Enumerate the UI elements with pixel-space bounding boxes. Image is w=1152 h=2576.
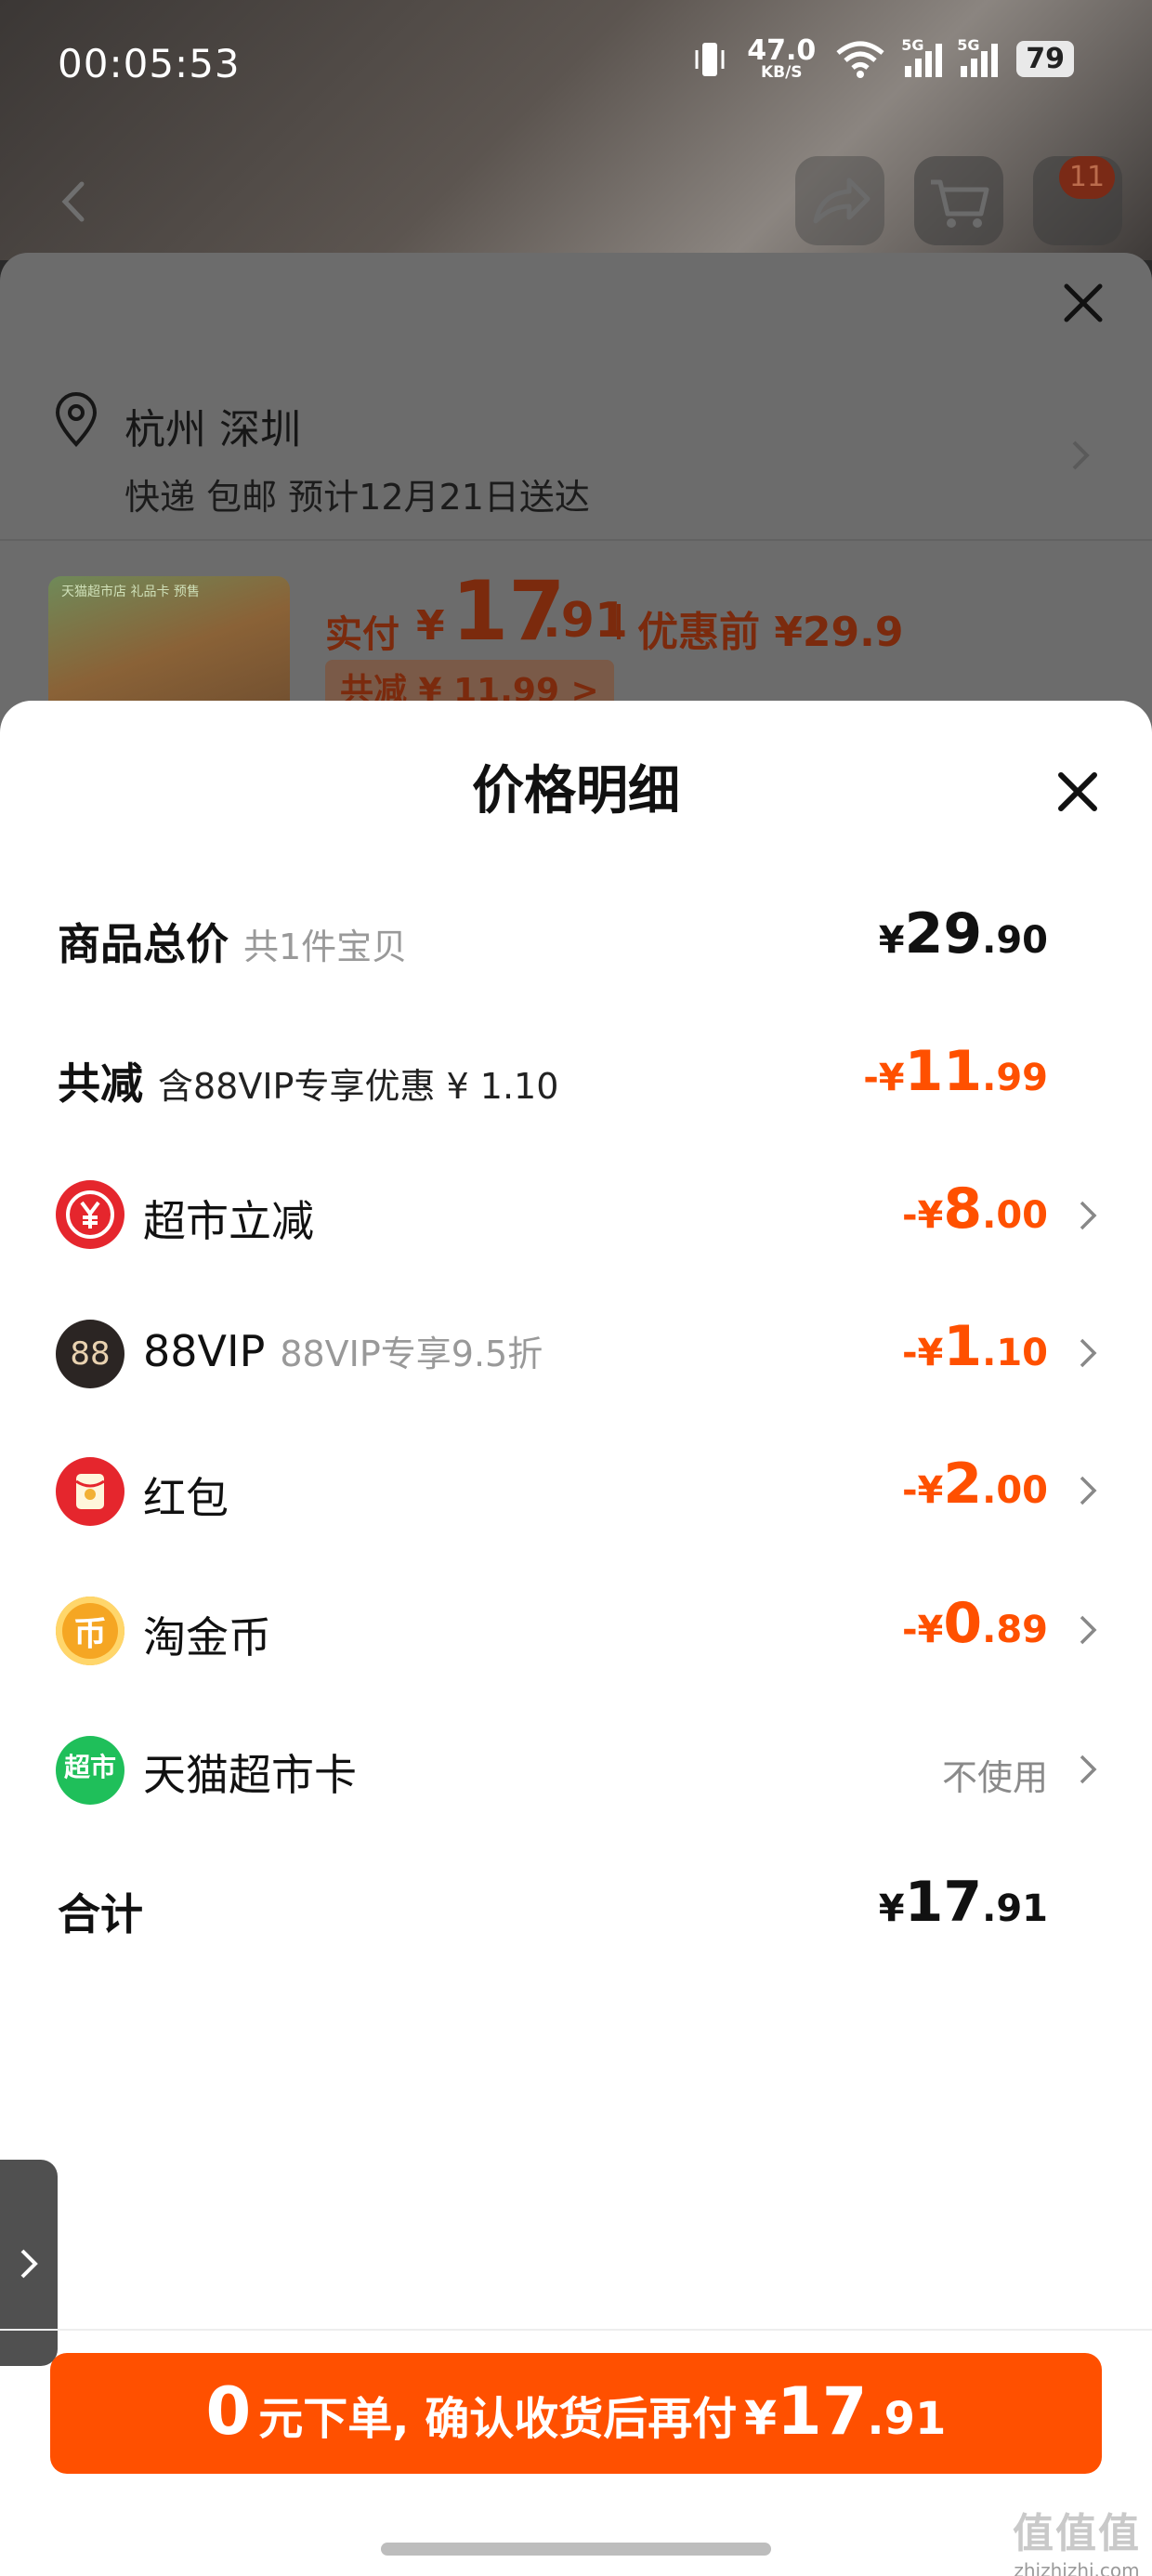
grand-total-amount: ¥17.91	[879, 1870, 1048, 1935]
chevron-right-icon[interactable]	[1076, 1197, 1100, 1234]
supermarket-discount-label[interactable]: 超市立减	[143, 1188, 314, 1249]
watermark: 值值值 zhizhizhi.com	[1013, 2500, 1141, 2576]
sim2-label: 5G	[957, 35, 980, 54]
goods-count: 共1件宝贝	[243, 927, 408, 967]
goods-total-amount: ¥29.90	[879, 901, 1048, 966]
chevron-right-icon[interactable]	[1067, 437, 1094, 474]
amount-integer: 8	[943, 1176, 983, 1242]
taojinbi-amount[interactable]: -¥0.89	[902, 1591, 1048, 1656]
share-button[interactable]	[795, 156, 884, 245]
goods-total-label: 商品总价	[58, 919, 229, 969]
currency-symbol: ¥	[878, 1887, 905, 1930]
currency-symbol: -¥	[901, 1332, 944, 1374]
order-button-text: 元下单, 确认收货后再付	[258, 2393, 738, 2445]
red-packet-amount[interactable]: -¥2.00	[902, 1452, 1048, 1517]
chevron-right-icon[interactable]	[1076, 1611, 1100, 1649]
delivery-info: 快递 包邮 预计12月21日送达	[124, 477, 590, 518]
sim1-label: 5G	[901, 35, 924, 54]
battery-indicator: 79	[1016, 41, 1074, 77]
price-before-discount: 优惠前 ¥29.9	[637, 609, 904, 656]
address-city[interactable]: 杭州 深圳	[124, 396, 301, 455]
network-speed-value: 47.0	[747, 34, 817, 67]
paid-currency: ¥	[416, 602, 445, 650]
chevron-right-icon[interactable]	[1076, 1751, 1100, 1788]
panel-title: 价格明细	[472, 761, 680, 821]
amount-decimal: .90	[982, 919, 1048, 962]
signal-sim1-icon: 5G	[901, 36, 943, 77]
supermarket-card-label[interactable]: 天猫超市卡	[143, 1741, 357, 1803]
amount-decimal: .00	[982, 1194, 1048, 1237]
side-drawer-tab[interactable]	[0, 2160, 58, 2366]
wifi-icon	[836, 41, 884, 78]
vip88-label: 88VIP	[143, 1326, 266, 1376]
vip88-amount[interactable]: -¥1.10	[902, 1314, 1048, 1379]
currency-symbol: -¥	[901, 1609, 944, 1651]
grand-total-label: 合计	[58, 1889, 143, 1939]
amount-decimal: .91	[982, 1887, 1048, 1930]
thumbnail-caption: 天猫超市店 礼品卡 预售	[61, 585, 200, 599]
paid-amount-decimal: .91	[543, 593, 629, 649]
discount-includes-vip: 含88VIP专享优惠 ¥ 1.10	[158, 1066, 559, 1107]
chevron-right-icon[interactable]	[1076, 1472, 1100, 1509]
amount-integer: 1	[943, 1314, 983, 1379]
status-time: 00:05:53	[58, 41, 241, 86]
place-order-button[interactable]: 0 元下单, 确认收货后再付 ¥ 17 .91	[50, 2353, 1102, 2474]
status-bar: 00:05:53 47.0 KB/S 5G 5G 79	[0, 0, 1152, 139]
chevron-right-icon[interactable]	[1076, 1334, 1100, 1372]
divider	[0, 539, 1152, 541]
vibrate-icon	[695, 42, 725, 76]
amount-decimal: .99	[982, 1057, 1048, 1099]
network-speed: 47.0 KB/S	[747, 37, 816, 81]
amount-decimal: .10	[982, 1332, 1048, 1374]
amount-integer: 0	[943, 1591, 983, 1656]
currency-symbol: -¥	[901, 1194, 944, 1237]
close-icon[interactable]	[1055, 769, 1100, 814]
taojinbi-label[interactable]: 淘金币	[143, 1604, 271, 1665]
discount-total-amount: -¥11.99	[863, 1039, 1048, 1104]
vip88-description: 88VIP专享9.5折	[280, 1334, 543, 1374]
supermarket-card-value[interactable]: 不使用	[942, 1749, 1048, 1800]
amount-integer: 17	[904, 1870, 983, 1935]
currency-symbol: -¥	[863, 1057, 905, 1099]
signal-sim2-icon: 5G	[957, 36, 999, 77]
currency-symbol: ¥	[744, 2391, 777, 2445]
amount-integer: 11	[904, 1039, 983, 1104]
currency-symbol: -¥	[901, 1469, 944, 1512]
amount-decimal: .91	[867, 2393, 947, 2445]
amount-decimal: .89	[982, 1609, 1048, 1651]
discount-total-label: 共减	[58, 1058, 143, 1109]
divider	[0, 2329, 1152, 2331]
currency-symbol: ¥	[878, 919, 905, 962]
home-indicator[interactable]	[381, 2543, 771, 2556]
amount-decimal: .00	[982, 1469, 1048, 1512]
amount-integer: 29	[904, 901, 983, 966]
supermarket-card-icon: 超市	[56, 1736, 124, 1805]
watermark-logo: 值值值	[1013, 2510, 1141, 2557]
amount-integer: 17	[777, 2373, 868, 2450]
message-count-badge: 11	[1059, 156, 1115, 199]
gold-coin-icon: 币	[56, 1597, 124, 1665]
cart-button[interactable]	[914, 156, 1003, 245]
vip88-icon: 88	[56, 1320, 124, 1388]
chevron-right-icon	[20, 2249, 38, 2279]
back-arrow-icon[interactable]	[50, 177, 100, 227]
supermarket-card-icon-text: 超市	[63, 1752, 116, 1782]
amount-integer: 2	[943, 1452, 983, 1517]
share-icon	[813, 177, 871, 224]
order-lead-amount: 0	[205, 2373, 252, 2450]
vip88-row[interactable]: 88VIP 88VIP专享9.5折	[143, 1325, 543, 1376]
red-packet-icon	[56, 1457, 124, 1526]
close-icon[interactable]	[1059, 279, 1107, 327]
paid-label: 实付	[325, 613, 399, 656]
location-pin-icon	[55, 392, 98, 447]
goods-total-row: 商品总价 共1件宝贝	[58, 911, 407, 972]
supermarket-discount-amount[interactable]: -¥8.00	[902, 1176, 1048, 1242]
price-separator	[617, 604, 621, 639]
network-speed-unit: KB/S	[760, 63, 803, 82]
watermark-domain: zhizhizhi.com	[1014, 2559, 1140, 2576]
cart-icon	[931, 179, 989, 228]
discount-total-row: 共减 含88VIP专享优惠 ¥ 1.10	[58, 1050, 558, 1111]
yuan-icon	[56, 1180, 124, 1249]
red-packet-label[interactable]: 红包	[143, 1465, 229, 1526]
